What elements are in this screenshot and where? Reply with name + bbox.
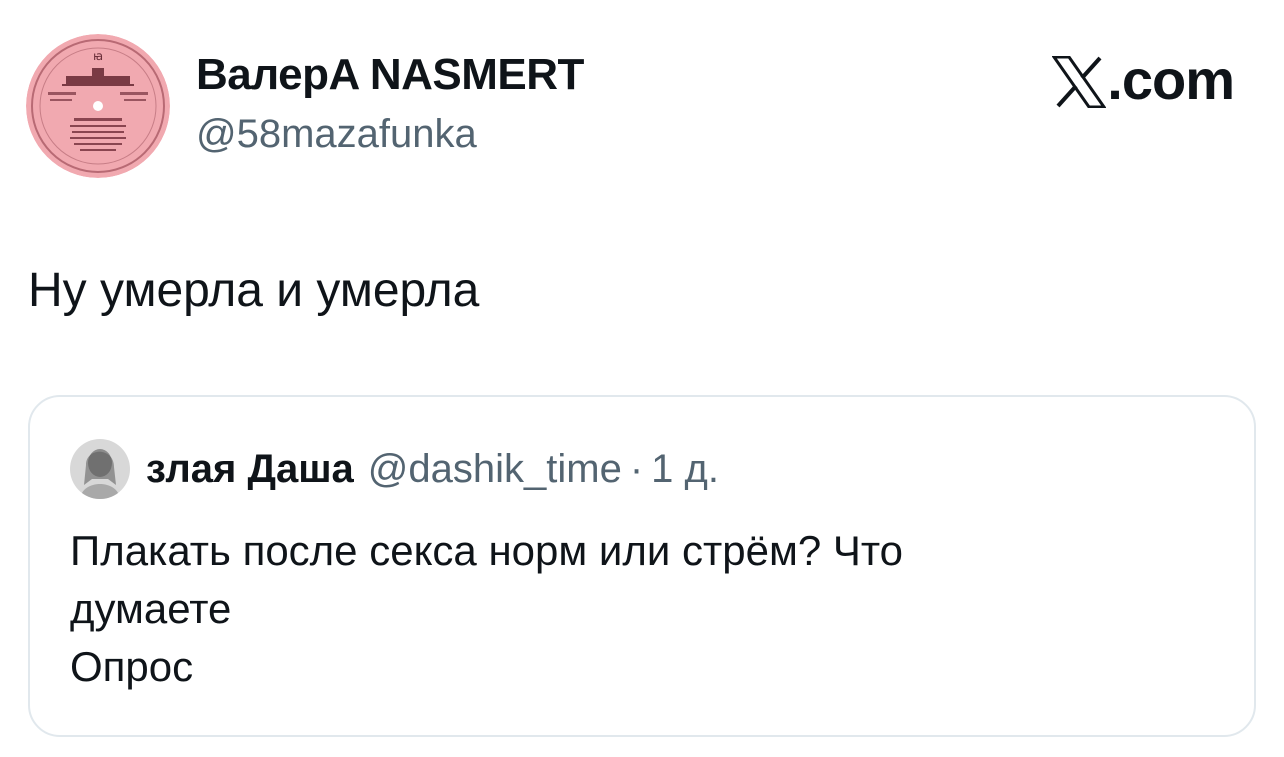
avatar[interactable]: ꙗ bbox=[26, 34, 170, 178]
record-label-image: ꙗ bbox=[26, 34, 170, 178]
quoted-text-line: думаете bbox=[70, 585, 232, 632]
brand-suffix: .com bbox=[1107, 48, 1235, 111]
quoted-avatar[interactable] bbox=[70, 439, 130, 499]
quoted-text-line: Плакать после секса норм или стрём? Что bbox=[70, 527, 903, 574]
svg-text:ꙗ: ꙗ bbox=[93, 49, 103, 63]
quoted-avatar-photo bbox=[70, 439, 130, 499]
quoted-handle[interactable]: @dashik_time bbox=[368, 447, 622, 492]
separator-dot: · bbox=[629, 447, 644, 491]
tweet-text: Ну умерла и умерла bbox=[28, 264, 480, 317]
quoted-timestamp[interactable]: 1 д. bbox=[651, 447, 719, 492]
author-handle[interactable]: @58mazafunka bbox=[196, 112, 477, 157]
poll-label: Опрос bbox=[70, 643, 194, 690]
x-logo-icon bbox=[1052, 56, 1107, 108]
author-display-name[interactable]: ВалерA NASMERT bbox=[196, 50, 584, 100]
brand-logo: .com bbox=[1052, 48, 1235, 111]
quoted-display-name[interactable]: злая Даша bbox=[146, 447, 354, 492]
quoted-tweet-card[interactable]: злая Даша @dashik_time · 1 д. Плакать по… bbox=[28, 395, 1256, 737]
quoted-header: злая Даша @dashik_time · 1 д. bbox=[146, 447, 719, 492]
quoted-text: Плакать после секса норм или стрём? Что … bbox=[70, 522, 1070, 696]
